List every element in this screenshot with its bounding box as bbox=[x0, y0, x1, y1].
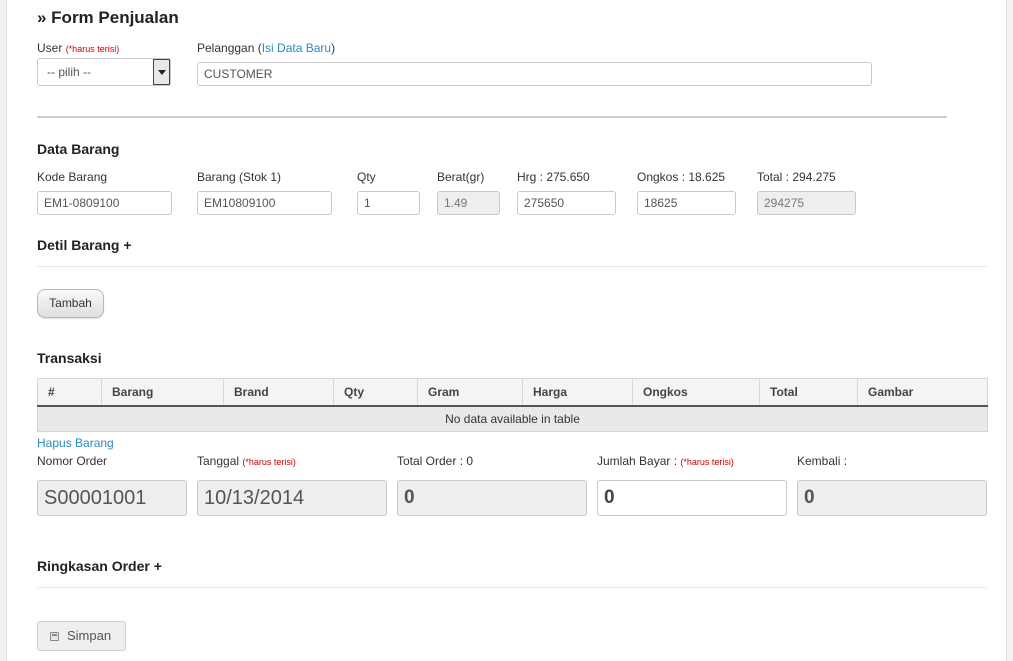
berat-label: Berat(gr) bbox=[437, 170, 485, 184]
divider bbox=[37, 266, 987, 267]
column-header-ongkos[interactable]: Ongkos bbox=[632, 378, 760, 407]
harga-label: Hrg : 275.650 bbox=[517, 170, 590, 184]
data-barang-heading: Data Barang bbox=[37, 141, 120, 157]
qty-label: Qty bbox=[357, 170, 376, 184]
column-header-gambar[interactable]: Gambar bbox=[857, 378, 988, 407]
user-required-note: (*harus terisi) bbox=[65, 44, 120, 54]
nomor-order-label: Nomor Order bbox=[37, 454, 108, 468]
tanggal-label: Tanggal (*harus terisi) bbox=[197, 454, 296, 468]
simpan-button-label: Simpan bbox=[67, 628, 112, 643]
barang-label: Barang (Stok 1) bbox=[197, 170, 282, 184]
kode-barang-input[interactable]: EM1-0809100 bbox=[37, 191, 172, 215]
column-header-qty[interactable]: Qty bbox=[333, 378, 418, 407]
ongkos-input[interactable]: 18625 bbox=[637, 191, 736, 215]
nomor-order-field: S00001001 bbox=[37, 480, 187, 516]
user-select[interactable]: -- pilih -- bbox=[37, 58, 171, 86]
total-order-label: Total Order : 0 bbox=[397, 454, 474, 468]
pelanggan-label-text: Pelanggan ( bbox=[197, 41, 262, 55]
user-label: User (*harus terisi) bbox=[37, 41, 119, 55]
window-frame-right bbox=[1006, 0, 1013, 661]
table-empty-message: No data available in table bbox=[37, 405, 988, 432]
page-title: » Form Penjualan bbox=[37, 8, 179, 27]
pelanggan-label: Pelanggan (Isi Data Baru) bbox=[197, 41, 335, 55]
jumlah-bayar-label-text: Jumlah Bayar : bbox=[597, 454, 678, 468]
tanggal-input[interactable]: 10/13/2014 bbox=[197, 480, 387, 516]
user-select-value: -- pilih -- bbox=[47, 65, 91, 79]
kembali-label: Kembali : bbox=[797, 454, 848, 468]
pelanggan-input[interactable]: CUSTOMER bbox=[197, 62, 872, 86]
total-input: 294275 bbox=[757, 191, 856, 215]
jumlah-bayar-label: Jumlah Bayar : (*harus terisi) bbox=[597, 454, 734, 468]
tanggal-label-text: Tanggal bbox=[197, 454, 240, 468]
transaksi-heading: Transaksi bbox=[37, 350, 102, 366]
column-header-harga[interactable]: Harga bbox=[522, 378, 633, 407]
window-frame-left bbox=[0, 0, 7, 661]
detil-barang-toggle[interactable]: Detil Barang + bbox=[37, 237, 132, 253]
total-label: Total : 294.275 bbox=[757, 170, 836, 184]
tanggal-required-note: (*harus terisi) bbox=[242, 457, 296, 467]
save-icon bbox=[50, 632, 59, 641]
kode-barang-label: Kode Barang bbox=[37, 170, 108, 184]
ongkos-label: Ongkos : 18.625 bbox=[637, 170, 726, 184]
column-header-total[interactable]: Total bbox=[759, 378, 858, 407]
chevron-down-icon[interactable] bbox=[153, 59, 170, 85]
barang-input[interactable]: EM10809100 bbox=[197, 191, 332, 215]
jumlah-bayar-required-note: (*harus terisi) bbox=[680, 457, 734, 467]
column-header-barang[interactable]: Barang bbox=[101, 378, 224, 407]
isi-data-baru-link[interactable]: Isi Data Baru bbox=[262, 41, 331, 55]
column-header-gram[interactable]: Gram bbox=[417, 378, 523, 407]
ringkasan-order-toggle[interactable]: Ringkasan Order + bbox=[37, 558, 162, 574]
transaksi-table: # Barang Brand Qty Gram Harga Ongkos Tot… bbox=[37, 378, 988, 432]
kembali-field: 0 bbox=[797, 480, 987, 516]
hapus-barang-link[interactable]: Hapus Barang bbox=[37, 436, 114, 450]
column-header-number[interactable]: # bbox=[37, 378, 102, 407]
berat-input: 1.49 bbox=[437, 191, 500, 215]
tambah-button[interactable]: Tambah bbox=[37, 289, 104, 318]
harga-input[interactable]: 275650 bbox=[517, 191, 616, 215]
divider bbox=[37, 587, 987, 588]
divider bbox=[37, 116, 947, 118]
column-header-brand[interactable]: Brand bbox=[223, 378, 334, 407]
total-order-field: 0 bbox=[397, 480, 587, 516]
user-label-text: User bbox=[37, 41, 63, 55]
qty-input[interactable]: 1 bbox=[357, 191, 420, 215]
pelanggan-label-suffix: ) bbox=[331, 41, 336, 55]
jumlah-bayar-input[interactable]: 0 bbox=[597, 480, 787, 516]
simpan-button[interactable]: Simpan bbox=[37, 621, 126, 651]
